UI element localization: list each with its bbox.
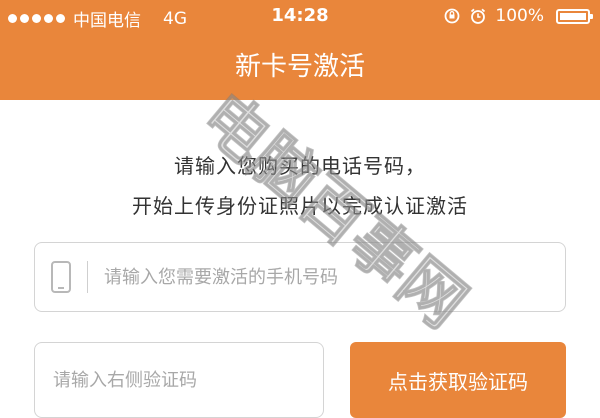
phone-number-input[interactable] — [102, 265, 526, 289]
rotation-lock-icon — [444, 8, 460, 24]
get-verification-code-button[interactable]: 点击获取验证码 — [350, 342, 566, 418]
intro-line-1: 请输入您购买的电话号码， — [174, 154, 426, 178]
mobile-phone-icon — [51, 261, 71, 293]
page-title: 新卡号激活 — [234, 52, 365, 82]
battery-percent: 100% — [495, 6, 544, 26]
verification-code-field[interactable] — [34, 342, 324, 418]
verification-code-input[interactable] — [51, 368, 315, 392]
battery-level — [560, 12, 586, 20]
field-divider — [87, 261, 88, 293]
status-right: 100% — [443, 6, 593, 26]
alarm-clock-icon — [471, 8, 486, 24]
battery-icon — [556, 8, 593, 24]
status-bar: 中国电信 4G 14:28 100% — [0, 0, 600, 32]
intro-line-2: 开始上传身份证照片以完成认证激活 — [132, 194, 468, 218]
header-bar: 中国电信 4G 14:28 100% 新卡号激活 — [0, 0, 600, 100]
phone-number-field[interactable] — [34, 242, 566, 312]
